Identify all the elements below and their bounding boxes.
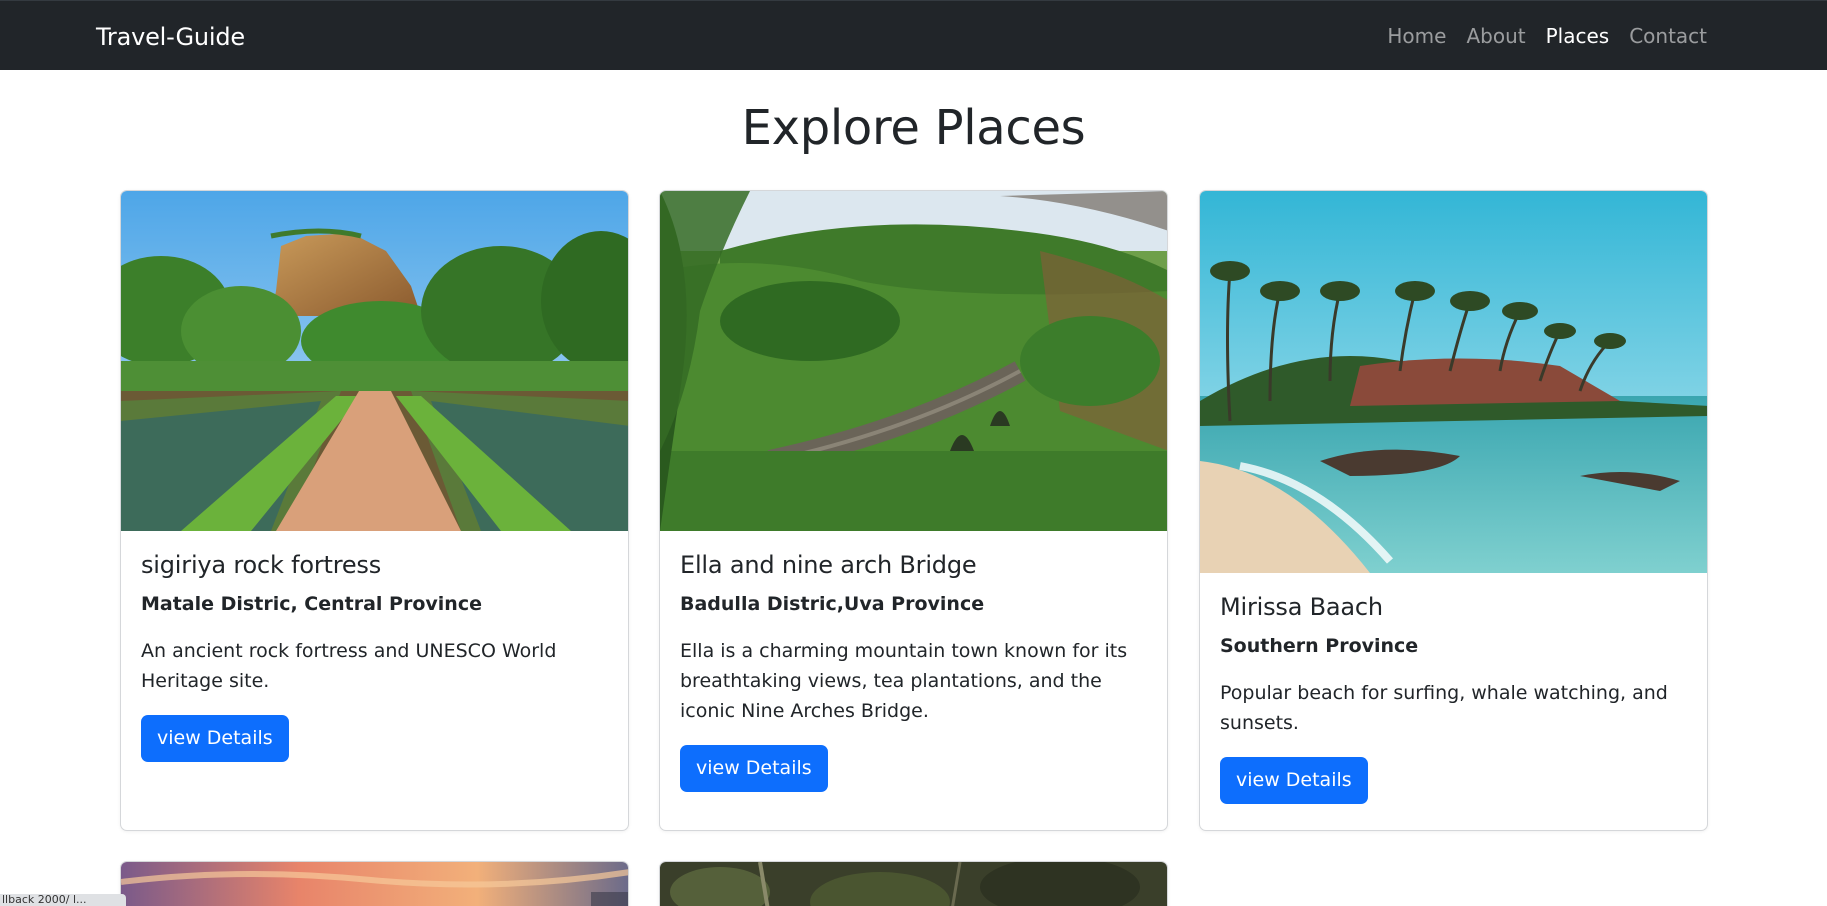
place-image-forest	[660, 862, 1167, 906]
card-body: Ella and nine arch Bridge Badulla Distri…	[660, 531, 1167, 792]
card-description: Popular beach for surfing, whale watchin…	[1220, 682, 1668, 734]
card-subtitle: Badulla Distric,Uva Province	[680, 593, 985, 615]
card-subtitle: Matale Distric, Central Province	[141, 593, 482, 615]
place-image-ella	[660, 191, 1167, 531]
place-image-sunset	[121, 862, 628, 906]
nav-links: Home About Places Contact	[1387, 1, 1707, 71]
card-title: Ella and nine arch Bridge	[680, 551, 977, 579]
place-card-ella: Ella and nine arch Bridge Badulla Distri…	[659, 190, 1168, 831]
brand-logo[interactable]: Travel-Guide	[96, 1, 245, 71]
nav-link-contact[interactable]: Contact	[1629, 24, 1707, 48]
place-card-mirissa: Mirissa Baach Southern Province Popular …	[1199, 190, 1708, 831]
place-card-partial-2	[659, 861, 1168, 906]
place-image-mirissa	[1200, 191, 1707, 573]
view-details-button[interactable]: view Details	[1220, 757, 1368, 804]
nav-link-home[interactable]: Home	[1387, 24, 1446, 48]
card-title: Mirissa Baach	[1220, 593, 1383, 621]
nav-link-places[interactable]: Places	[1546, 24, 1610, 48]
card-title: sigiriya rock fortress	[141, 551, 382, 579]
nav-link-about[interactable]: About	[1466, 24, 1525, 48]
navbar: Travel-Guide Home About Places Contact	[0, 0, 1827, 70]
place-card-partial-1	[120, 861, 629, 906]
place-card-sigiriya: sigiriya rock fortress Matale Distric, C…	[120, 190, 629, 831]
place-image-sigiriya	[121, 191, 628, 531]
card-description: An ancient rock fortress and UNESCO Worl…	[141, 640, 557, 692]
card-body: sigiriya rock fortress Matale Distric, C…	[121, 531, 628, 762]
view-details-button[interactable]: view Details	[141, 715, 289, 762]
card-subtitle: Southern Province	[1220, 635, 1419, 657]
view-details-button[interactable]: view Details	[680, 745, 828, 792]
card-body: Mirissa Baach Southern Province Popular …	[1200, 573, 1707, 804]
browser-status-bar: llback 2000/ l...	[0, 894, 126, 906]
page-title: Explore Places	[741, 100, 1086, 156]
card-description: Ella is a charming mountain town known f…	[680, 640, 1128, 722]
